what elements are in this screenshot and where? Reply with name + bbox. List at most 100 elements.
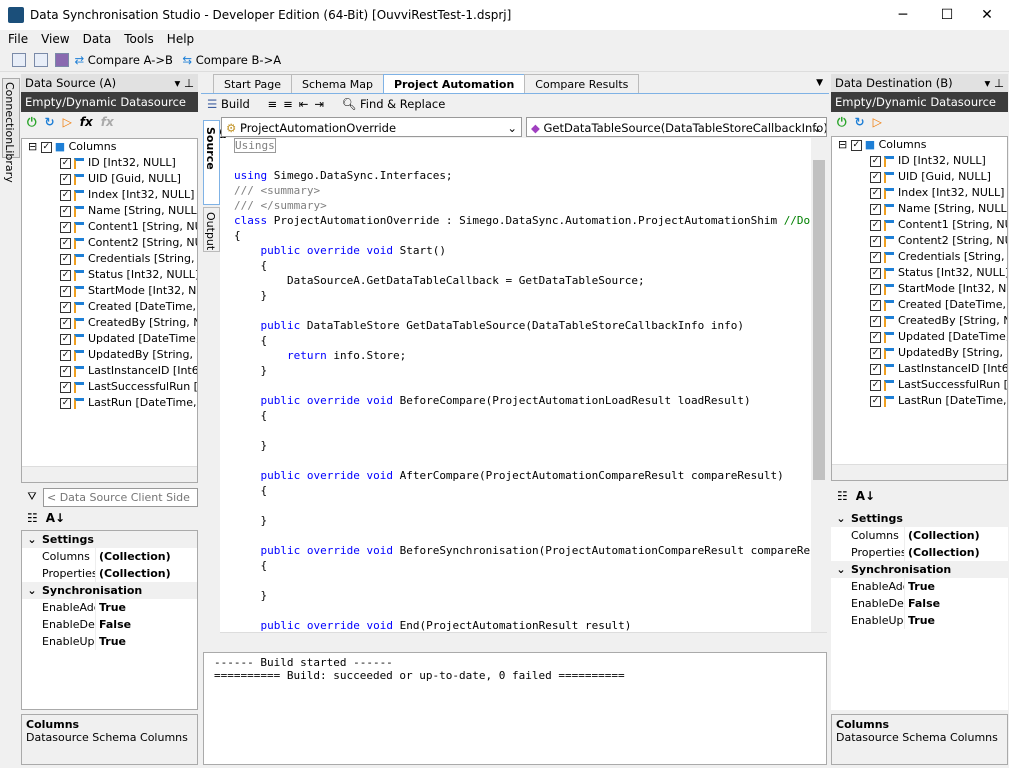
open-project-icon[interactable] (33, 53, 48, 67)
refresh-icon[interactable]: ↻ (855, 115, 865, 129)
checkbox[interactable]: ✓ (60, 381, 71, 393)
checkbox[interactable]: ✓ (60, 253, 71, 265)
build-button[interactable]: ☰ Build (207, 97, 250, 111)
find-replace-button[interactable]: 🔍︎ Find & Replace (342, 97, 446, 111)
close-button[interactable]: ✕ (964, 0, 1009, 30)
column-item[interactable]: ✓ LastSuccessfulRun [DateTime, NULL] (832, 377, 1007, 393)
checkbox[interactable]: ✓ (60, 269, 71, 281)
column-item[interactable]: ✓ ID [Int32, NULL] (832, 153, 1007, 169)
column-item[interactable]: ✓ Content1 [String, NULL] (22, 219, 197, 235)
property-row[interactable]: EnableDeleteFalse (22, 616, 197, 633)
column-item[interactable]: ✓ StartMode [Int32, NULL] (22, 283, 197, 299)
column-item[interactable]: ✓ Index [Int32, NULL] (22, 187, 197, 203)
compare-ba-button[interactable]: ⇆ Compare B->A (182, 53, 281, 67)
property-row[interactable]: Properties (Collection) (22, 565, 197, 582)
checkbox[interactable]: ✓ (60, 189, 71, 201)
column-item[interactable]: ✓ UpdatedBy [String, NULL] (832, 345, 1007, 361)
checkbox[interactable]: ✓ (870, 363, 881, 375)
checkbox[interactable]: ✓ (60, 285, 71, 297)
tab-source-code[interactable]: Source Code (203, 120, 230, 205)
checkbox[interactable]: ✓ (870, 171, 881, 183)
pin-icon[interactable]: ▾ ⊥ (985, 76, 1004, 90)
checkbox[interactable]: ✓ (60, 397, 71, 409)
column-item[interactable]: ✓ Content2 [String, NULL] (22, 235, 197, 251)
refresh-icon[interactable]: ↻ (45, 115, 55, 129)
column-item[interactable]: ✓ Name [String, NULL] (832, 201, 1007, 217)
column-item[interactable]: ✓ CreatedBy [String, NULL] (832, 313, 1007, 329)
checkbox[interactable]: ✓ (40, 141, 52, 153)
checkbox[interactable]: ✓ (870, 395, 881, 407)
connect-icon[interactable]: ⏻ (27, 115, 37, 130)
menu-file[interactable]: File (0, 30, 33, 46)
checkbox[interactable]: ✓ (870, 315, 881, 327)
column-item[interactable]: ✓ Content2 [String, NULL] (832, 233, 1007, 249)
column-item[interactable]: ✓ LastSuccessfulRun [DateTime, NULL] (22, 379, 197, 395)
column-item[interactable]: ✓ Status [Int32, NULL] (832, 265, 1007, 281)
column-item[interactable]: ✓ LastRun [DateTime, NULL] (22, 395, 197, 411)
format-buttons[interactable]: ≡≡⇤⇥ (268, 97, 331, 111)
column-item[interactable]: ✓ UID [Guid, NULL] (832, 169, 1007, 185)
class-select[interactable]: ⚙ ProjectAutomationOverride ⌄ (221, 117, 522, 137)
tab-list-dropdown-icon[interactable]: ▼ (816, 78, 823, 88)
category-settings[interactable]: ⌄ Settings (831, 510, 1008, 527)
checkbox[interactable]: ✓ (60, 365, 71, 377)
horizontal-scrollbar[interactable] (832, 464, 1007, 480)
sort-az-icon[interactable]: A↓ (856, 489, 875, 503)
column-item[interactable]: ✓ Updated [DateTime, NULL] (22, 331, 197, 347)
column-item[interactable]: ✓ Credentials [String, NULL] (832, 249, 1007, 265)
tab-output[interactable]: Output (203, 207, 220, 252)
menu-help[interactable]: Help (159, 30, 199, 46)
column-item[interactable]: ✓ Updated [DateTime, NULL] (832, 329, 1007, 345)
checkbox[interactable]: ✓ (870, 347, 881, 359)
column-item[interactable]: ✓ ID [Int32, NULL] (22, 155, 197, 171)
connect-icon[interactable]: ⏻ (837, 115, 847, 130)
tab-start-page[interactable]: Start Page (213, 74, 292, 93)
checkbox[interactable]: ✓ (870, 251, 881, 263)
checkbox[interactable]: ✓ (870, 203, 881, 215)
function-icon[interactable]: fx (80, 115, 93, 129)
category-synchronisation[interactable]: ⌄ Synchronisation (831, 561, 1008, 578)
checkbox[interactable]: ✓ (60, 157, 71, 169)
preview-icon[interactable]: ▷ (63, 115, 72, 129)
tree-root[interactable]: ⊟ ✓ ■ Columns (22, 139, 197, 155)
categorized-icon[interactable]: ☷ (27, 511, 38, 525)
filter-input[interactable] (43, 487, 198, 507)
menu-view[interactable]: View (33, 30, 74, 46)
checkbox[interactable]: ✓ (870, 379, 881, 391)
checkbox[interactable]: ✓ (870, 283, 881, 295)
checkbox[interactable]: ✓ (870, 267, 881, 279)
column-item[interactable]: ✓ Created [DateTime, NULL] (22, 299, 197, 315)
column-item[interactable]: ✓ CreatedBy [String, NULL] (22, 315, 197, 331)
minimize-button[interactable]: ─ (880, 0, 926, 30)
column-item[interactable]: ✓ UpdatedBy [String, NULL] (22, 347, 197, 363)
sort-az-icon[interactable]: A↓ (46, 511, 65, 525)
preview-icon[interactable]: ▷ (873, 115, 882, 129)
save-icon[interactable] (55, 53, 69, 67)
property-row[interactable]: Columns (Collection) (22, 548, 197, 565)
category-synchronisation[interactable]: ⌄ Synchronisation (22, 582, 197, 599)
column-item[interactable]: ✓ Credentials [String, NULL] (22, 251, 197, 267)
checkbox[interactable]: ✓ (870, 155, 881, 167)
menu-tools[interactable]: Tools (116, 30, 159, 46)
checkbox[interactable]: ✓ (60, 317, 71, 329)
property-row[interactable]: Columns (Collection) (831, 527, 1008, 544)
property-row[interactable]: EnableUpdateTrue (831, 612, 1008, 629)
new-project-icon[interactable] (12, 53, 26, 67)
checkbox[interactable]: ✓ (60, 237, 71, 249)
pin-icon[interactable]: ▾ ⊥ (175, 76, 194, 90)
checkbox[interactable]: ✓ (60, 349, 71, 361)
categorized-icon[interactable]: ☷ (837, 489, 848, 503)
menu-data[interactable]: Data (75, 30, 117, 46)
checkbox[interactable]: ✓ (60, 333, 71, 345)
column-item[interactable]: ✓ LastRun [DateTime, NULL] (832, 393, 1007, 409)
checkbox[interactable]: ✓ (870, 235, 881, 247)
column-item[interactable]: ✓ Created [DateTime, NULL] (832, 297, 1007, 313)
column-item[interactable]: ✓ Status [Int32, NULL] (22, 267, 197, 283)
horizontal-scrollbar[interactable] (22, 466, 197, 482)
property-row[interactable]: EnableAdd True (831, 578, 1008, 595)
column-item[interactable]: ✓ Index [Int32, NULL] (832, 185, 1007, 201)
checkbox[interactable]: ✓ (850, 139, 862, 151)
column-item[interactable]: ✓ Name [String, NULL] (22, 203, 197, 219)
tab-schema-map[interactable]: Schema Map (291, 74, 384, 93)
connection-library-tab[interactable]: ConnectionLibrary (2, 78, 20, 183)
